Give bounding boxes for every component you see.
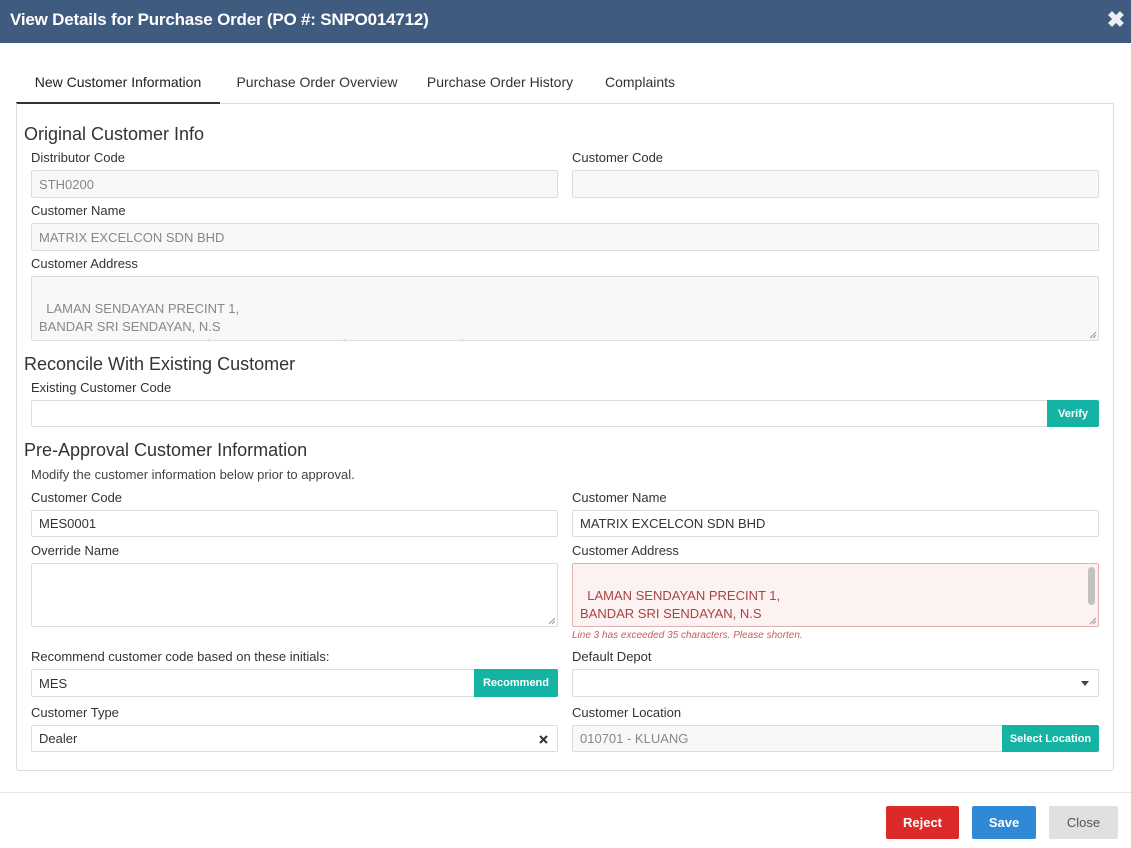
customer-address-textarea[interactable]: LAMAN SENDAYAN PRECINT 1, BANDAR SRI SEN… xyxy=(572,563,1099,627)
distributor-code-field: STH0200 xyxy=(31,170,558,198)
customer-name-label: Customer Name xyxy=(572,490,667,505)
original-customer-name-label: Customer Name xyxy=(31,203,126,218)
tab-complaints[interactable]: Complaints xyxy=(598,63,682,104)
recommend-button[interactable]: Recommend xyxy=(474,669,558,697)
existing-customer-code-input[interactable] xyxy=(31,400,1048,427)
resize-grip-icon[interactable] xyxy=(548,617,556,625)
select-location-button[interactable]: Select Location xyxy=(1002,725,1099,752)
original-customer-code-label: Customer Code xyxy=(572,150,664,165)
distributor-code-label: Distributor Code xyxy=(31,150,125,165)
original-customer-heading: Original Customer Info xyxy=(24,124,205,144)
preapproval-description: Modify the customer information below pr… xyxy=(31,467,355,482)
recommend-initials-input[interactable]: MES xyxy=(31,669,475,697)
customer-type-label: Customer Type xyxy=(31,705,119,720)
customer-type-select[interactable]: Dealer xyxy=(31,725,558,752)
original-customer-code-field xyxy=(572,170,1099,198)
clear-icon[interactable] xyxy=(539,735,548,744)
original-customer-name-field: MATRIX EXCELCON SDN BHD xyxy=(31,223,1099,251)
customer-address-label: Customer Address xyxy=(572,543,679,558)
original-customer-address-text: LAMAN SENDAYAN PRECINT 1, BANDAR SRI SEN… xyxy=(39,301,608,340)
modal-title: View Details for Purchase Order (PO #: S… xyxy=(10,10,429,29)
customer-code-input[interactable]: MES0001 xyxy=(31,510,558,537)
original-customer-address-textarea: LAMAN SENDAYAN PRECINT 1, BANDAR SRI SEN… xyxy=(31,276,1099,341)
tab-purchase-order-history[interactable]: Purchase Order History xyxy=(416,63,584,104)
address-error-message: Line 3 has exceeded 35 characters. Pleas… xyxy=(572,630,803,641)
tab-new-customer-information[interactable]: New Customer Information xyxy=(16,63,220,104)
reconcile-heading: Reconcile With Existing Customer xyxy=(24,354,296,374)
default-depot-label: Default Depot xyxy=(572,649,652,664)
customer-name-input[interactable]: MATRIX EXCELCON SDN BHD xyxy=(572,510,1099,537)
tab-purchase-order-overview[interactable]: Purchase Order Overview xyxy=(226,63,408,104)
reject-button[interactable]: Reject xyxy=(886,806,959,839)
customer-location-label: Customer Location xyxy=(572,705,682,720)
modal-footer xyxy=(0,792,1131,848)
verify-button[interactable]: Verify xyxy=(1047,400,1099,427)
close-button[interactable]: Close xyxy=(1049,806,1118,839)
customer-address-text: LAMAN SENDAYAN PRECINT 1, BANDAR SRI SEN… xyxy=(580,588,1055,626)
customer-type-value: Dealer xyxy=(39,731,78,746)
original-customer-address-label: Customer Address xyxy=(31,256,138,271)
textarea-scrollbar[interactable] xyxy=(1088,567,1095,605)
recommend-label: Recommend customer code based on these i… xyxy=(31,649,330,664)
close-icon[interactable]: ✖ xyxy=(1105,7,1127,33)
customer-code-label: Customer Code xyxy=(31,490,123,505)
save-button[interactable]: Save xyxy=(972,806,1036,839)
modal-titlebar: View Details for Purchase Order (PO #: S… xyxy=(0,0,1131,43)
default-depot-select[interactable] xyxy=(572,669,1099,697)
override-name-label: Override Name xyxy=(31,543,120,558)
override-name-textarea[interactable] xyxy=(31,563,558,627)
resize-grip-icon[interactable] xyxy=(1089,331,1097,339)
tab-bar: New Customer Information Purchase Order … xyxy=(16,63,1114,104)
caret-down-icon xyxy=(1081,681,1089,686)
resize-grip-icon[interactable] xyxy=(1089,617,1097,625)
preapproval-heading: Pre-Approval Customer Information xyxy=(24,440,308,460)
existing-customer-code-label: Existing Customer Code xyxy=(31,380,172,395)
customer-location-field: 010701 - KLUANG xyxy=(572,725,1003,752)
